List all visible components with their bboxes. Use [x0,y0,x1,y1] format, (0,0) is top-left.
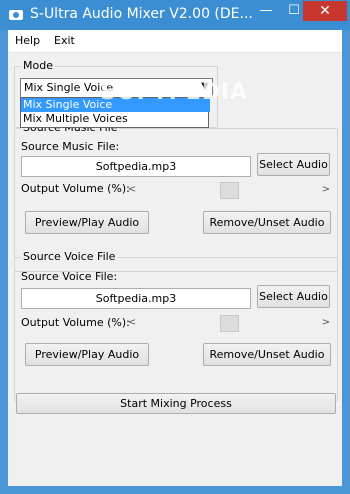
voice-group-title: Source Voice File [21,250,118,263]
music-file-field[interactable]: Softpedia.mp3 [21,156,251,177]
music-preview-button[interactable]: Preview/Play Audio [25,211,149,234]
start-mixing-button[interactable]: Start Mixing Process [16,393,336,414]
voice-select-audio-button[interactable]: Select Audio [257,285,330,308]
voice-preview-button[interactable]: Preview/Play Audio [25,343,149,366]
app-window: S-Ultra Audio Mixer V2.00 (DE... — ☐ ✕ H… [0,0,350,494]
music-volume-slider[interactable]: < > [126,182,332,199]
music-file-label: Source Music File: [21,140,120,153]
voice-file-field[interactable]: Softpedia.mp3 [21,288,251,309]
voice-volume-thumb[interactable] [219,315,239,332]
arrow-left-icon[interactable]: < [126,315,138,331]
title-bar[interactable]: S-Ultra Audio Mixer V2.00 (DE... — ☐ ✕ [0,0,350,30]
arrow-right-icon[interactable]: > [320,315,332,331]
window-title: S-Ultra Audio Mixer V2.00 (DE... [30,6,253,22]
music-volume-thumb[interactable] [219,182,239,199]
arrow-left-icon[interactable]: < [126,182,138,198]
mode-option-multiple[interactable]: Mix Multiple Voices [21,112,210,126]
music-remove-button[interactable]: Remove/Unset Audio [203,211,331,234]
mode-group-title: Mode [21,59,55,72]
voice-remove-button[interactable]: Remove/Unset Audio [203,343,331,366]
music-select-audio-button[interactable]: Select Audio [257,153,330,176]
voice-volume-label: Output Volume (%): [21,316,130,329]
menu-exit[interactable]: Exit [54,34,75,47]
speaker-icon [9,10,23,20]
softpedia-watermark: SOFTPEDIA [100,80,249,105]
menu-bar: Help Exit [8,30,342,53]
voice-volume-slider[interactable]: < > [126,315,332,332]
music-volume-label: Output Volume (%): [21,182,130,195]
arrow-right-icon[interactable]: > [320,182,332,198]
voice-file-label: Source Voice File: [21,270,118,283]
client-area: Help Exit Mode Mix Single Voice ▼ Mix Si… [8,30,342,486]
close-button[interactable]: ✕ [303,1,347,21]
menu-help[interactable]: Help [15,34,40,47]
minimize-button[interactable]: — [254,1,278,21]
